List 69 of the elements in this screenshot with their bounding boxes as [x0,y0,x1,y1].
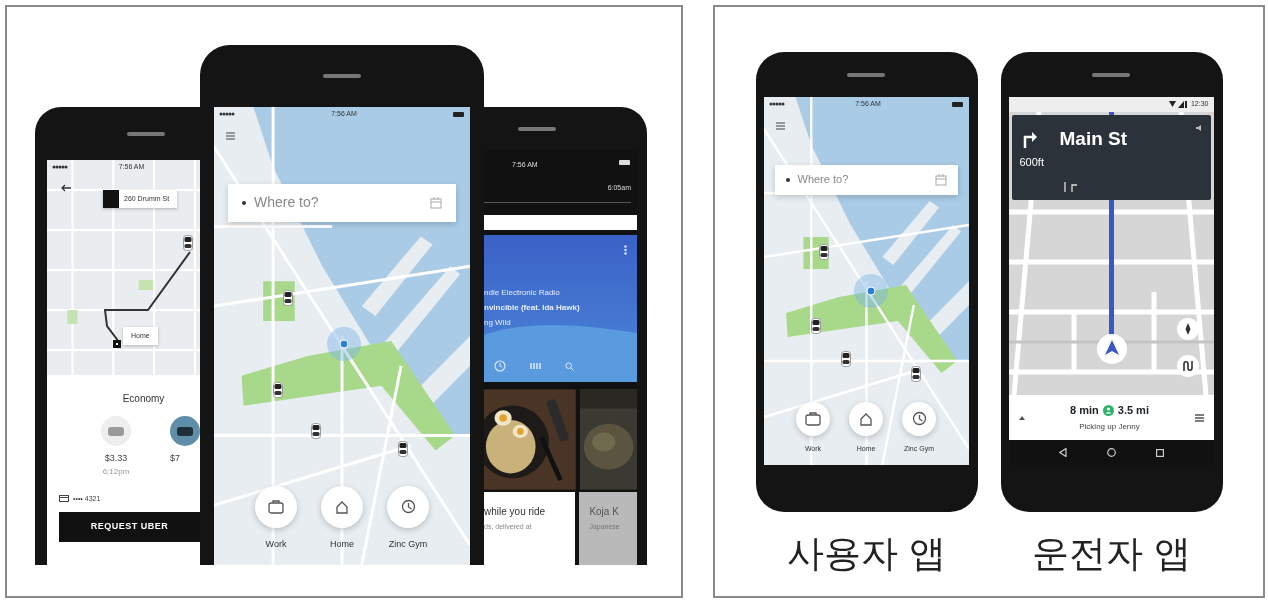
track-text: nvincible (feat. Ida Hawk) [484,302,581,314]
shortcut-label: Zinc Gym [388,537,428,551]
location-marker-icon [853,273,888,308]
back-icon[interactable] [1058,448,1067,457]
caret-up-icon[interactable] [1018,415,1025,420]
compass-icon[interactable] [1176,318,1199,340]
briefcase-icon [805,411,821,426]
price-text: $7 [170,452,180,465]
clock-icon [911,411,927,426]
status-icons-icon [1168,101,1187,108]
recent-apps-icon[interactable] [1155,448,1164,457]
menu-icon[interactable] [226,131,235,140]
home-icon[interactable] [1106,448,1116,457]
car-icon [311,423,322,439]
car-icon [398,441,409,458]
music-card[interactable]: ndie Electronic Radio nvincible (feat. Ida Hawk) ng Wild [484,235,637,382]
street-name: Main St [1059,127,1128,151]
lane-guidance-icon [1063,181,1078,192]
signal-icon [768,102,785,107]
distance-text: 3.5 mi [1117,403,1149,419]
volume-icon[interactable] [1195,125,1203,131]
battery-icon [453,111,465,117]
turn-right-icon [1021,130,1038,148]
home-icon [335,499,349,514]
location-marker-icon [326,326,361,361]
car-icon [183,235,193,251]
list-icon[interactable] [1194,413,1204,422]
price-text: $3.33 [104,452,128,465]
request-button[interactable]: REQUEST UBER [59,512,200,542]
artist-text: ng Wild [484,317,512,329]
turn-distance: 600ft [1019,154,1045,170]
shortcut-label: Work [265,537,287,551]
car-icon [272,381,283,398]
shortcut-label: Home [330,537,354,551]
search-field[interactable]: Where to? [228,183,456,222]
search-field[interactable]: Where to? [774,164,958,195]
more-icon[interactable] [624,245,627,255]
search-field[interactable] [484,215,637,230]
caption: 운전자 앱 [1032,532,1191,576]
car-icon [841,350,852,367]
briefcase-icon [268,499,284,514]
station-text: ndie Electronic Radio [484,287,561,299]
signal-icon [219,112,235,117]
duration-text: 8 min [1070,403,1099,419]
destination-marker-icon [113,340,121,348]
section-title: Economy [121,392,166,406]
clock-icon[interactable] [494,360,506,372]
clock-icon [400,499,416,514]
search-icon[interactable] [565,361,574,371]
car-icon [810,317,821,334]
car-icon [818,244,829,261]
car-icon [283,290,294,307]
card-title: Koja K [589,505,620,519]
eta-text: 6:12pm [102,465,130,478]
signal-icon [52,165,68,170]
menu-icon[interactable] [775,121,785,130]
trip-status: Picking up Jenny [1079,420,1140,433]
car-option-icon[interactable] [170,416,200,446]
route-overview-icon[interactable] [1176,355,1199,377]
caption: 사용자 앱 [787,532,946,576]
battery-icon [951,101,964,107]
card-icon [59,495,69,503]
pickup-marker-icon [103,190,119,208]
car-icon [911,365,922,382]
battery-icon [619,160,631,165]
rider-icon [1102,405,1114,416]
back-arrow-icon[interactable] [61,184,71,192]
home-icon [859,411,873,426]
card-title: while you ride [484,505,547,519]
